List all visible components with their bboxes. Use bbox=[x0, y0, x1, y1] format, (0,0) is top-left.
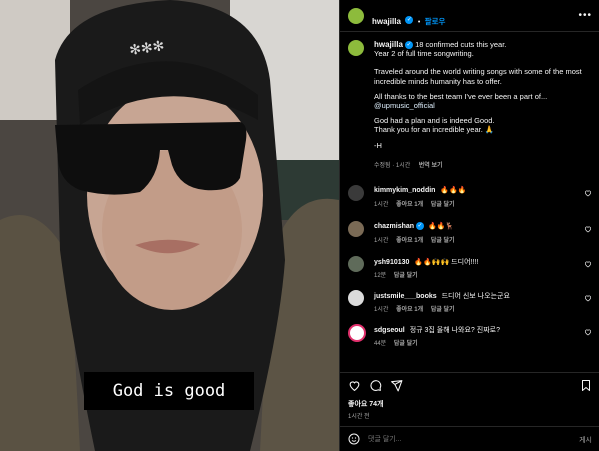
likes-count[interactable]: 좋아요 74개 bbox=[348, 399, 384, 409]
comment-item: kimmykim_noddin 🔥🔥🔥 1시간 좋아요 1개 답글 달기 bbox=[340, 183, 599, 215]
caption-line: Thank you for an incredible year. 🙏 bbox=[374, 125, 495, 135]
comment-likes[interactable]: 좋아요 1개 bbox=[396, 202, 423, 208]
heart-icon[interactable] bbox=[584, 328, 592, 336]
verified-icon: ✓ bbox=[416, 222, 425, 231]
share-icon[interactable] bbox=[390, 379, 403, 392]
avatar[interactable] bbox=[348, 40, 364, 56]
comment-likes[interactable]: 좋아요 1개 bbox=[396, 238, 423, 244]
photo-caption: God is good bbox=[84, 372, 254, 410]
follow-button[interactable]: 팔로우 bbox=[425, 17, 446, 26]
caption-line: All thanks to the best team I've ever be… bbox=[374, 91, 548, 101]
more-icon[interactable]: ••• bbox=[578, 10, 592, 21]
mention-link[interactable]: @upmusic_official bbox=[374, 101, 592, 110]
reply-button[interactable]: 답글 달기 bbox=[431, 307, 455, 313]
comment-time: 1시간 bbox=[374, 307, 389, 313]
comment-likes[interactable]: 좋아요 1개 bbox=[396, 307, 423, 313]
comment-username[interactable]: kimmykim_noddin bbox=[374, 187, 435, 194]
avatar[interactable] bbox=[348, 8, 364, 24]
comment-text: 🔥🔥🔥 bbox=[440, 187, 467, 194]
caption-block: hwajilla ✓ 18 confirmed cuts this year. … bbox=[340, 32, 599, 180]
comment-username[interactable]: ysh910130 bbox=[374, 259, 409, 266]
post-header: hwajilla ✓ • 팔로우 ••• bbox=[340, 0, 599, 32]
comment-time: 1시간 bbox=[374, 202, 389, 208]
comment-time: 12분 bbox=[374, 273, 387, 279]
caption-line: Traveled around the world writing songs … bbox=[374, 67, 582, 86]
caption-line: God had a plan and is indeed Good. bbox=[374, 116, 495, 126]
emoji-icon[interactable] bbox=[348, 433, 360, 445]
reply-button[interactable]: 답글 달기 bbox=[394, 341, 418, 347]
comment-text: 드디어 신보 나오는군요 bbox=[441, 293, 510, 300]
verified-icon: ✓ bbox=[405, 41, 413, 50]
avatar[interactable] bbox=[348, 324, 366, 342]
heart-icon[interactable] bbox=[348, 379, 361, 392]
avatar[interactable] bbox=[348, 256, 364, 272]
post-username[interactable]: hwajilla bbox=[372, 17, 401, 26]
comment-item: sdgseoul 정규 3집 올해 나와요? 진짜로? 44분 답글 달기 bbox=[340, 322, 599, 354]
heart-icon[interactable] bbox=[584, 294, 592, 302]
comment-username[interactable]: justsmile___books bbox=[374, 293, 437, 300]
reply-button[interactable]: 답글 달기 bbox=[394, 273, 418, 279]
comment-text: 🔥🔥🦌 bbox=[427, 223, 455, 230]
caption-line: 18 confirmed cuts this year. bbox=[415, 40, 507, 49]
post-details-panel: hwajilla ✓ • 팔로우 ••• hwajilla ✓ 18 confi… bbox=[339, 0, 599, 451]
action-bar: 좋아요 74개 1시간 전 bbox=[340, 372, 599, 426]
reply-button[interactable]: 답글 달기 bbox=[431, 238, 455, 244]
comment-icon[interactable] bbox=[369, 379, 382, 392]
comment-text: 🔥🔥🙌🙌 드디어!!!! bbox=[414, 259, 479, 266]
avatar[interactable] bbox=[348, 290, 364, 306]
dot-separator: • bbox=[417, 19, 421, 26]
comment-username[interactable]: chazmishan bbox=[374, 223, 414, 230]
heart-icon[interactable] bbox=[584, 260, 592, 268]
comment-item: chazmishan ✓ 🔥🔥🦌 1시간 좋아요 1개 답글 달기 bbox=[340, 219, 599, 251]
caption-line: Year 2 of full time songwriting. bbox=[374, 49, 474, 59]
heart-icon[interactable] bbox=[584, 225, 592, 233]
comment-item: ysh910130 🔥🔥🙌🙌 드디어!!!! 12분 답글 달기 bbox=[340, 254, 599, 286]
post-time: 1시간 전 bbox=[348, 414, 370, 420]
caption-meta: 수정됨 · 1시간 bbox=[374, 162, 411, 169]
comment-item: justsmile___books 드디어 신보 나오는군요 1시간 좋아요 1… bbox=[340, 288, 599, 320]
reply-button[interactable]: 답글 달기 bbox=[431, 202, 455, 208]
translate-link[interactable]: 번역 보기 bbox=[419, 163, 443, 169]
comment-input[interactable] bbox=[368, 432, 558, 446]
heart-icon[interactable] bbox=[584, 189, 592, 197]
bookmark-icon[interactable] bbox=[580, 379, 592, 392]
comment-time: 1시간 bbox=[374, 238, 389, 244]
caption-username[interactable]: hwajilla bbox=[374, 40, 403, 49]
add-comment-bar: 게시 bbox=[340, 426, 599, 451]
caption-line: -H bbox=[374, 140, 382, 150]
verified-icon: ✓ bbox=[405, 15, 414, 24]
comment-text: 정규 3집 올해 나와요? 진짜로? bbox=[409, 327, 500, 334]
post-image[interactable]: ✻✻✻ God is good bbox=[0, 0, 339, 451]
comment-username[interactable]: sdgseoul bbox=[374, 327, 405, 334]
avatar[interactable] bbox=[348, 221, 364, 237]
avatar[interactable] bbox=[348, 185, 364, 201]
post-comment-button[interactable]: 게시 bbox=[579, 435, 592, 445]
comment-time: 44분 bbox=[374, 341, 387, 347]
